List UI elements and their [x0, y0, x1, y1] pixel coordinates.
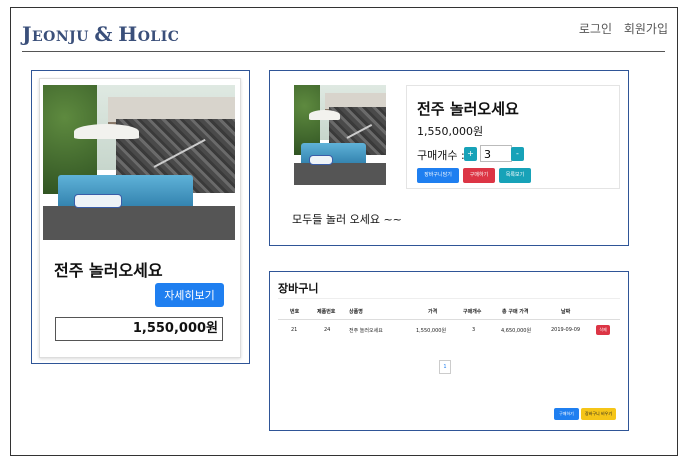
qty-input[interactable]: 3: [480, 145, 512, 162]
signup-link[interactable]: 회원가입: [624, 22, 668, 36]
cell-name: 전주 놀러오세요: [349, 328, 383, 334]
product-detail-panel: 전주 놀러오세요 1,550,000원 구매개수 : + 3 - 장바구니담기 …: [269, 70, 629, 246]
clear-cart-button[interactable]: 장바구니 비우기: [581, 408, 616, 420]
cart-title-divider: [278, 298, 620, 299]
logo-letter-h: H: [118, 22, 138, 46]
qty-label: 구매개수 :: [417, 149, 465, 162]
detail-info-box: 전주 놀러오세요 1,550,000원 구매개수 : + 3 - 장바구니담기 …: [406, 85, 620, 189]
col-header-qty: 구매개수: [463, 309, 482, 315]
col-header-name: 상품명: [349, 309, 363, 315]
product-price-field: 1,550,000원: [55, 317, 223, 341]
col-header-total: 총 구매 가격: [502, 309, 529, 315]
cart-title: 장바구니: [278, 282, 319, 295]
product-comment: 모두들 놀러 오세요 ~~: [292, 213, 402, 226]
cart-panel: 장바구니 번호 제품번호 상품명 가격 구매개수 총 구매 가격 날짜 21 2…: [269, 271, 629, 431]
cell-no: 21: [291, 327, 298, 333]
product-card: 전주 놀러오세요 자세히보기 1,550,000원: [39, 78, 241, 358]
auth-links: 로그인 회원가입: [571, 20, 668, 37]
cell-qty: 3: [472, 327, 476, 333]
detail-button[interactable]: 자세히보기: [155, 283, 224, 307]
site-logo[interactable]: JEONJU & HOLIC: [22, 22, 179, 46]
cell-date: 2019-09-09: [551, 327, 581, 333]
logo-amp: &: [94, 22, 113, 46]
pagination-page-1[interactable]: 1: [439, 360, 451, 374]
col-header-date: 날짜: [561, 309, 571, 315]
cart-buy-button[interactable]: 구매하기: [554, 408, 579, 420]
detail-image: [294, 85, 386, 185]
qty-minus-button[interactable]: -: [511, 147, 524, 161]
col-header-product-no: 제품번호: [317, 309, 336, 315]
login-link[interactable]: 로그인: [579, 22, 612, 36]
product-title: 전주 놀러오세요: [54, 261, 163, 280]
product-card-panel: 전주 놀러오세요 자세히보기 1,550,000원: [31, 70, 250, 364]
logo-text-eonju: EONJU: [31, 29, 89, 45]
logo-letter-j: J: [22, 22, 32, 46]
qty-plus-button[interactable]: +: [464, 147, 477, 161]
delete-item-button[interactable]: 삭제: [596, 325, 610, 335]
cell-price: 1,550,000원: [416, 328, 447, 334]
back-to-list-button[interactable]: 목록보기: [499, 168, 531, 183]
product-image[interactable]: [43, 85, 235, 240]
detail-title: 전주 놀러오세요: [417, 100, 519, 118]
buy-now-button[interactable]: 구매하기: [463, 168, 495, 183]
cart-header-line: [278, 319, 620, 320]
cell-product-no: 24: [324, 327, 331, 333]
header-divider: [22, 51, 665, 52]
add-to-cart-button[interactable]: 장바구니담기: [417, 168, 459, 183]
col-header-no: 번호: [290, 309, 300, 315]
logo-text-olic: OLIC: [137, 29, 180, 45]
detail-price: 1,550,000원: [417, 125, 484, 138]
col-header-price: 가격: [428, 309, 438, 315]
cell-total: 4,650,000원: [501, 328, 532, 334]
